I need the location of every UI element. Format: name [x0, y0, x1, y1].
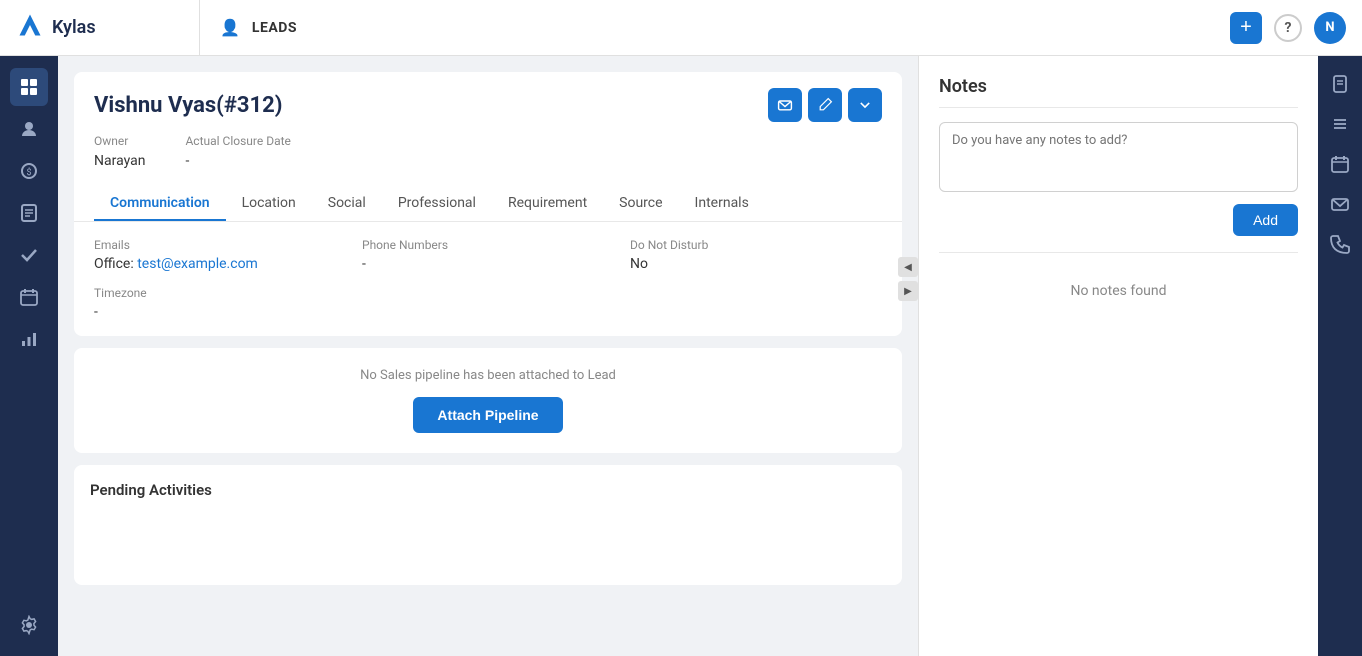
lead-header: Vishnu Vyas(#312)	[74, 72, 902, 221]
far-right-list-icon[interactable]	[1324, 108, 1356, 140]
add-button[interactable]: +	[1230, 12, 1262, 44]
left-sidebar: $	[0, 56, 58, 656]
lead-body-communication: Emails Office: test@example.com Phone Nu…	[74, 221, 902, 336]
far-right-document-icon[interactable]	[1324, 68, 1356, 100]
nav-person-icon: 👤	[220, 18, 240, 37]
phone-value: -	[362, 256, 614, 272]
tab-professional[interactable]: Professional	[382, 187, 492, 221]
notes-divider	[939, 252, 1298, 253]
sidebar-item-calendar[interactable]	[10, 278, 48, 316]
email-prefix: Office:	[94, 256, 134, 272]
nav-label: LEADS	[252, 20, 297, 36]
dnd-value: No	[630, 256, 882, 272]
lead-meta: Owner Narayan Actual Closure Date -	[94, 134, 882, 169]
app-header: Kylas 👤 LEADS + ? N	[0, 0, 1362, 56]
lead-actions	[768, 88, 882, 122]
sidebar-item-dashboard[interactable]	[10, 68, 48, 106]
phone-field: Phone Numbers -	[362, 238, 614, 272]
scroll-up-arrow[interactable]: ◀	[898, 257, 918, 277]
app-wrapper: $ Vishnu Vyas(#312)	[0, 0, 1362, 656]
lead-title: Vishnu Vyas(#312)	[94, 93, 283, 118]
timezone-label: Timezone	[94, 286, 882, 300]
sidebar-item-deals[interactable]: $	[10, 152, 48, 190]
closure-date-value: -	[185, 153, 189, 169]
scroll-down-arrow[interactable]: ▶	[898, 281, 918, 301]
svg-text:$: $	[26, 167, 31, 178]
timezone-row: Timezone -	[94, 286, 882, 320]
communication-section: Emails Office: test@example.com Phone Nu…	[94, 238, 882, 272]
sidebar-item-settings[interactable]	[10, 606, 48, 644]
emails-field: Emails Office: test@example.com	[94, 238, 346, 272]
email-action-button[interactable]	[768, 88, 802, 122]
tab-requirement[interactable]: Requirement	[492, 187, 603, 221]
pending-activities-title: Pending Activities	[90, 481, 886, 499]
timezone-field: Timezone -	[94, 286, 882, 320]
phone-label: Phone Numbers	[362, 238, 614, 252]
brand-section: Kylas	[0, 0, 200, 55]
tab-communication[interactable]: Communication	[94, 187, 226, 221]
far-right-phone-icon[interactable]	[1324, 228, 1356, 260]
notes-add-button[interactable]: Add	[1233, 204, 1298, 236]
notes-empty-text: No notes found	[939, 283, 1298, 299]
far-right-mail-icon[interactable]	[1324, 188, 1356, 220]
user-avatar[interactable]: N	[1314, 12, 1346, 44]
closure-date-field: Actual Closure Date -	[185, 134, 290, 169]
pipeline-card: No Sales pipeline has been attached to L…	[74, 348, 902, 453]
scroll-arrows: ◀ ▶	[898, 257, 918, 301]
brand-logo-icon	[16, 11, 44, 45]
closure-date-label: Actual Closure Date	[185, 134, 290, 148]
dnd-field: Do Not Disturb No	[630, 238, 882, 272]
sidebar-item-contacts[interactable]	[10, 110, 48, 148]
tab-location[interactable]: Location	[226, 187, 312, 221]
right-panel-notes: Notes Add No notes found	[918, 56, 1318, 656]
more-action-button[interactable]	[848, 88, 882, 122]
emails-label: Emails	[94, 238, 346, 252]
header-actions: + ? N	[1214, 12, 1362, 44]
owner-value: Narayan	[94, 153, 145, 169]
tab-social[interactable]: Social	[312, 187, 382, 221]
main-content: Vishnu Vyas(#312)	[58, 56, 918, 656]
header-nav: 👤 LEADS	[200, 18, 1214, 37]
notes-textarea[interactable]	[939, 122, 1298, 192]
sidebar-item-reports[interactable]	[10, 320, 48, 358]
brand-name: Kylas	[52, 17, 96, 38]
tab-internals[interactable]: Internals	[679, 187, 765, 221]
lead-title-row: Vishnu Vyas(#312)	[94, 88, 882, 122]
far-right-panel	[1318, 56, 1362, 656]
lead-tabs: Communication Location Social Profession…	[94, 183, 882, 221]
sidebar-item-tasks[interactable]	[10, 236, 48, 274]
dnd-label: Do Not Disturb	[630, 238, 882, 252]
pipeline-empty-text: No Sales pipeline has been attached to L…	[94, 368, 882, 383]
owner-label: Owner	[94, 134, 145, 148]
content-area: Vishnu Vyas(#312)	[58, 56, 1362, 656]
timezone-value: -	[94, 304, 882, 320]
email-link[interactable]: test@example.com	[137, 256, 258, 272]
emails-value: Office: test@example.com	[94, 256, 346, 272]
tab-source[interactable]: Source	[603, 187, 678, 221]
pending-activities-card: Pending Activities	[74, 465, 902, 585]
sidebar-item-orders[interactable]	[10, 194, 48, 232]
owner-field: Owner Narayan	[94, 134, 145, 169]
notes-title: Notes	[939, 76, 1298, 108]
attach-pipeline-button[interactable]: Attach Pipeline	[413, 397, 562, 433]
edit-action-button[interactable]	[808, 88, 842, 122]
far-right-calendar-icon[interactable]	[1324, 148, 1356, 180]
help-button[interactable]: ?	[1274, 14, 1302, 42]
